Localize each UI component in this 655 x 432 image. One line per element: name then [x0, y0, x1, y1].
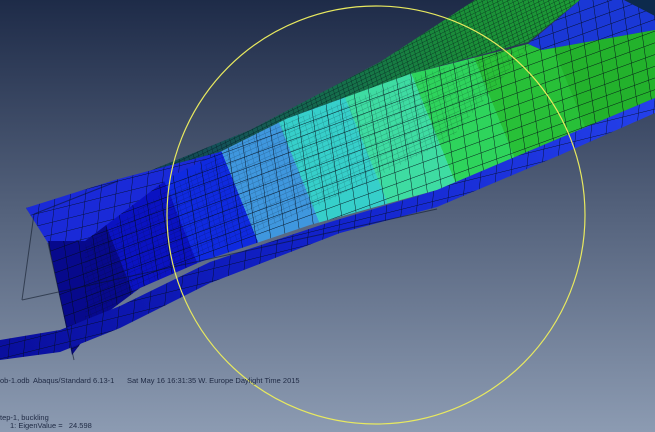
state-eigenvalue-label: 1: EigenValue = 24.598 [10, 422, 92, 430]
status-job-name: ob-1.odb [0, 377, 30, 385]
abaqus-viewport: ob-1.odb Abaqus/Standard 6.13-1 Sat May … [0, 0, 655, 432]
status-product-version: Abaqus/Standard 6.13-1 [33, 377, 114, 385]
status-datetime: Sat May 16 16:31:35 W. Europe Daylight T… [127, 377, 300, 385]
model-canvas[interactable] [0, 0, 655, 432]
